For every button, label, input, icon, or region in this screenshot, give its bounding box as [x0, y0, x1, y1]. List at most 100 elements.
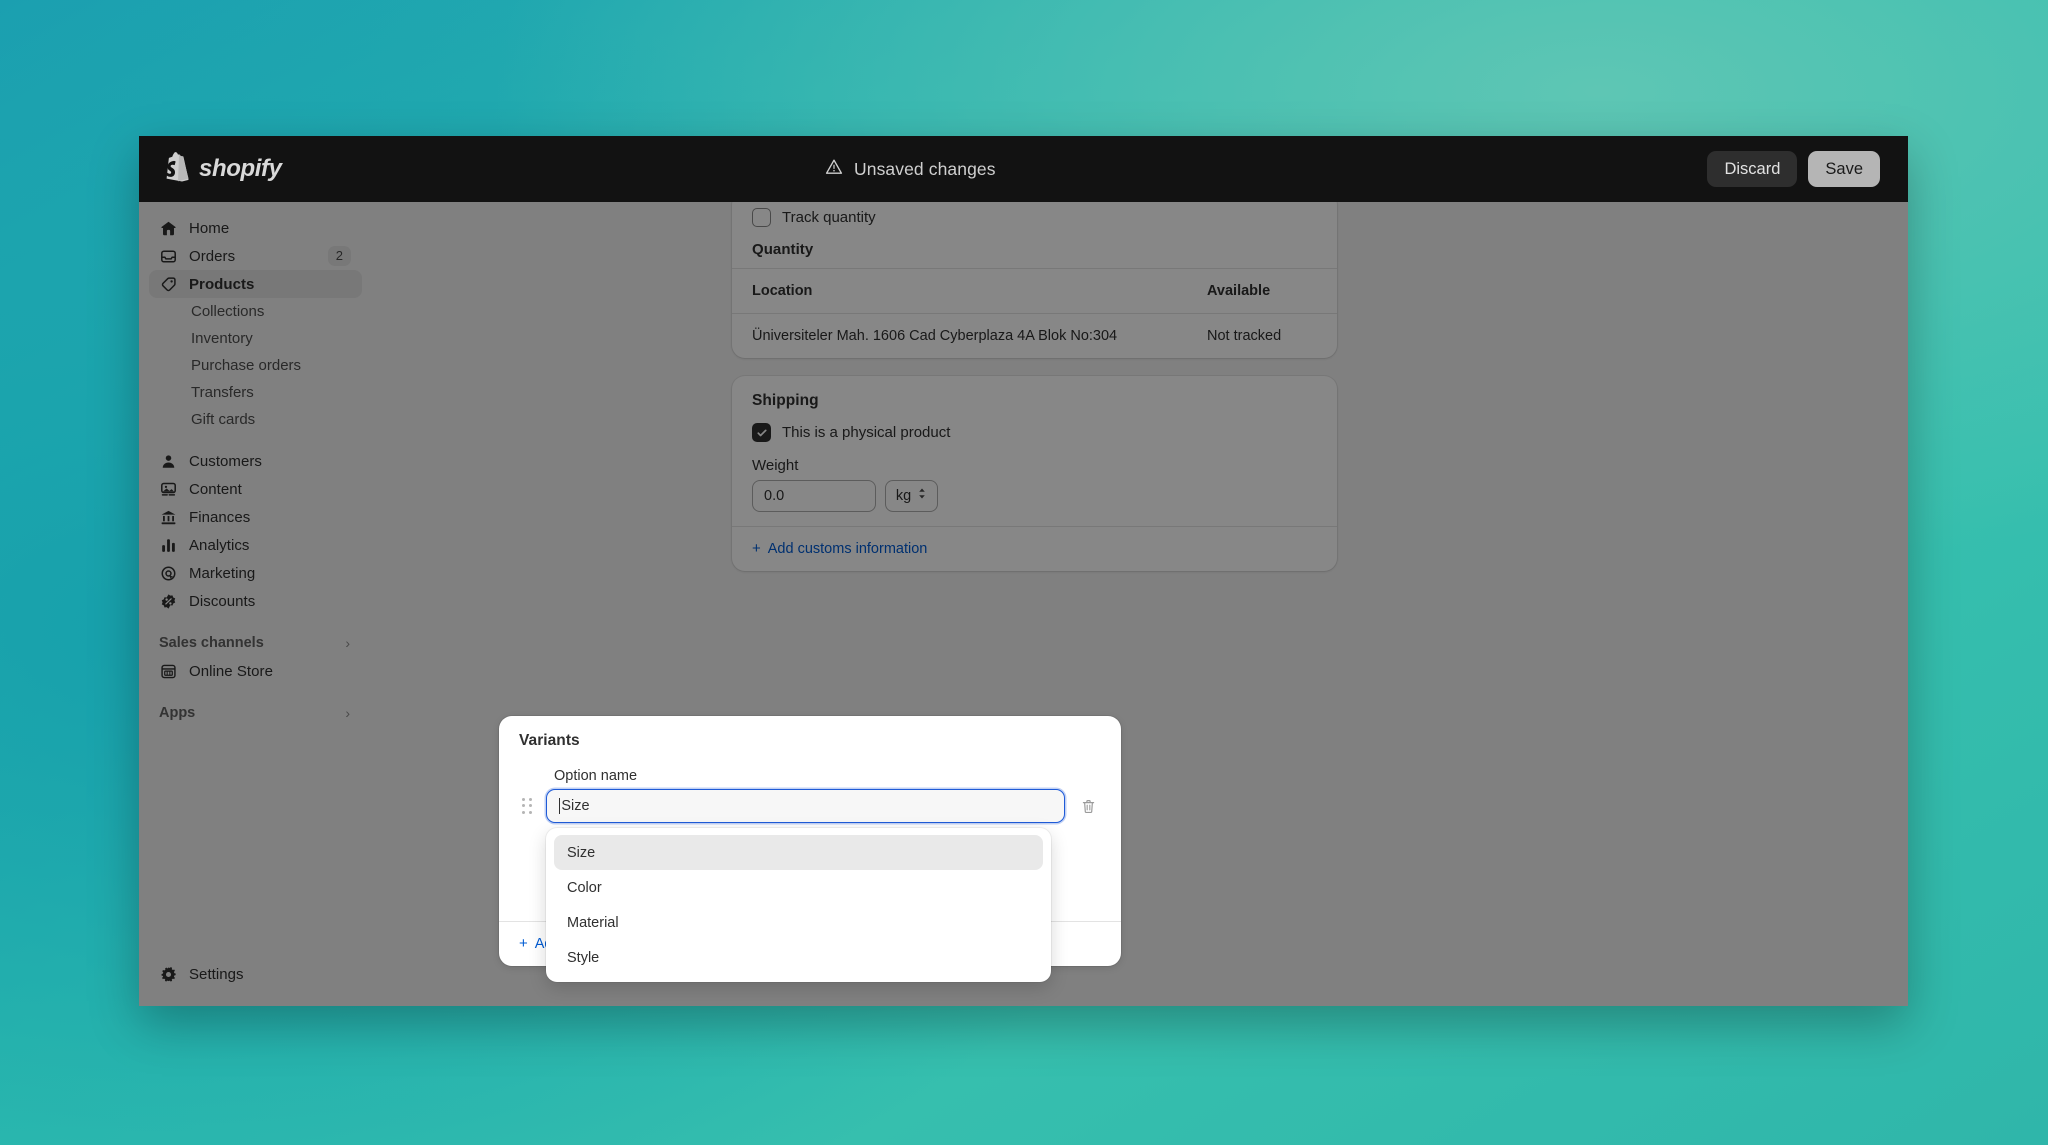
trash-icon: [1082, 799, 1094, 813]
top-bar: shopify Unsaved changes Discard Save: [139, 136, 1908, 202]
column-header-available: Available: [1207, 283, 1271, 299]
sidebar-item-marketing-label: Marketing: [189, 564, 256, 582]
sidebar-item-inventory-label: Inventory: [191, 330, 253, 347]
dropdown-option-material[interactable]: Material: [554, 905, 1043, 940]
save-button[interactable]: Save: [1808, 150, 1880, 188]
sidebar-item-settings[interactable]: Settings: [149, 960, 362, 988]
option-input-row: Size: [519, 789, 1101, 823]
plus-icon-add-option: +: [519, 935, 528, 952]
add-customs-information-label: Add customs information: [767, 540, 928, 557]
option-name-label: Option name: [554, 768, 638, 784]
storefront-icon: [159, 662, 178, 681]
home-icon: [159, 219, 178, 238]
cell-location: Üniversiteler Mah. 1606 Cad Cyberplaza 4…: [752, 328, 1118, 344]
shipping-title: Shipping: [752, 392, 819, 409]
sidebar-item-gift-cards[interactable]: Gift cards: [149, 406, 362, 433]
apps-label: Apps: [159, 705, 196, 721]
orders-inbox-icon: [159, 247, 178, 266]
sidebar-nav: Home Orders 2 Products Collections Inven…: [139, 202, 372, 1006]
option-name-input[interactable]: Size: [546, 789, 1065, 823]
track-quantity-row[interactable]: Track quantity: [752, 208, 1317, 227]
inventory-card: Track quantity Quantity Location Availab…: [732, 202, 1337, 358]
sidebar-item-discounts[interactable]: Discounts: [149, 587, 362, 615]
weight-label: Weight: [752, 457, 799, 474]
analytics-bars-icon: [159, 536, 178, 555]
sidebar-item-discounts-label: Discounts: [189, 592, 256, 610]
finances-bank-icon: [159, 508, 178, 527]
physical-product-checkbox[interactable]: [752, 423, 771, 442]
variants-card: Variants Option name Size Size Color Mat…: [499, 716, 1121, 982]
sidebar-item-collections[interactable]: Collections: [149, 298, 362, 325]
cell-available: Not tracked: [1207, 328, 1282, 344]
chevron-right-icon[interactable]: ›: [345, 636, 350, 650]
sidebar-item-analytics-label: Analytics: [189, 536, 250, 554]
sidebar-item-content-label: Content: [189, 480, 242, 498]
shopify-wordmark: shopify: [199, 155, 282, 182]
physical-product-label: This is a physical product: [782, 424, 951, 441]
orders-count-badge: 2: [327, 245, 351, 267]
sidebar-divider-gap-3: [139, 685, 372, 699]
sidebar-item-inventory[interactable]: Inventory: [149, 325, 362, 352]
option-block: Option name Size Size Color Material Sty…: [519, 768, 1101, 982]
content-column: Track quantity Quantity Location Availab…: [732, 202, 1337, 589]
delete-option-button[interactable]: [1075, 793, 1101, 819]
shopify-brand[interactable]: shopify: [164, 151, 354, 187]
sidebar-item-customers-label: Customers: [189, 452, 262, 470]
dropdown-option-size[interactable]: Size: [554, 835, 1043, 870]
sidebar-item-gift-cards-label: Gift cards: [191, 411, 256, 428]
track-quantity-checkbox[interactable]: [752, 208, 771, 227]
weight-input[interactable]: [752, 480, 876, 512]
sidebar-section-sales-channels[interactable]: Sales channels ›: [149, 629, 362, 657]
chevron-up-down-icon: [917, 487, 927, 505]
sidebar-item-content[interactable]: Content: [149, 475, 362, 503]
variants-title: Variants: [519, 732, 580, 749]
option-name-dropdown: Size Color Material Style: [546, 828, 1051, 982]
sidebar-settings-wrap: Settings: [139, 960, 372, 988]
text-caret: [559, 798, 561, 814]
dropdown-option-color[interactable]: Color: [554, 870, 1043, 905]
sidebar-item-purchase-orders-label: Purchase orders: [191, 357, 302, 374]
weight-unit-value: kg: [895, 488, 912, 504]
sidebar-item-customers[interactable]: Customers: [149, 447, 362, 475]
sidebar-item-finances-label: Finances: [189, 508, 251, 526]
sidebar-item-online-store[interactable]: Online Store: [149, 657, 362, 685]
sidebar-item-products[interactable]: Products: [149, 270, 362, 298]
sidebar-divider-gap: [139, 433, 372, 447]
content-image-icon: [159, 480, 178, 499]
warning-triangle-icon: [825, 158, 843, 181]
sidebar-item-online-store-label: Online Store: [189, 662, 273, 680]
column-header-location: Location: [752, 283, 813, 299]
sidebar-divider-gap-2: [139, 615, 372, 629]
add-customs-information-link[interactable]: + Add customs information: [752, 541, 927, 557]
topbar-actions: Discard Save: [1707, 150, 1880, 188]
sidebar-item-finances[interactable]: Finances: [149, 503, 362, 531]
inventory-table-header: Location Available: [732, 269, 1337, 313]
sidebar-item-purchase-orders[interactable]: Purchase orders: [149, 352, 362, 379]
sidebar-item-collections-label: Collections: [191, 303, 265, 320]
unsaved-changes-label: Unsaved changes: [854, 158, 996, 179]
unsaved-changes-indicator: Unsaved changes: [825, 158, 996, 181]
sidebar-item-orders-label: Orders: [189, 247, 236, 265]
sidebar-item-settings-label: Settings: [189, 965, 244, 983]
discard-button[interactable]: Discard: [1707, 150, 1798, 188]
chevron-right-icon-apps[interactable]: ›: [345, 706, 350, 720]
dropdown-option-style[interactable]: Style: [554, 940, 1043, 975]
sidebar-section-apps[interactable]: Apps ›: [149, 699, 362, 727]
sidebar-item-transfers[interactable]: Transfers: [149, 379, 362, 406]
weight-row: kg: [752, 480, 1317, 512]
physical-product-row[interactable]: This is a physical product: [752, 423, 1317, 442]
sales-channels-label: Sales channels: [159, 635, 264, 651]
sidebar-item-home-label: Home: [189, 219, 230, 237]
sidebar-item-analytics[interactable]: Analytics: [149, 531, 362, 559]
plus-icon: +: [752, 540, 761, 557]
weight-unit-select[interactable]: kg: [885, 480, 938, 512]
sidebar-item-orders[interactable]: Orders 2: [149, 242, 362, 270]
track-quantity-label: Track quantity: [782, 209, 876, 226]
gear-icon: [159, 965, 178, 984]
customers-person-icon: [159, 452, 178, 471]
shopify-bag-icon: [164, 151, 190, 187]
sidebar-item-home[interactable]: Home: [149, 214, 362, 242]
sidebar-item-marketing[interactable]: Marketing: [149, 559, 362, 587]
drag-handle-icon[interactable]: [519, 797, 536, 815]
marketing-target-icon: [159, 564, 178, 583]
